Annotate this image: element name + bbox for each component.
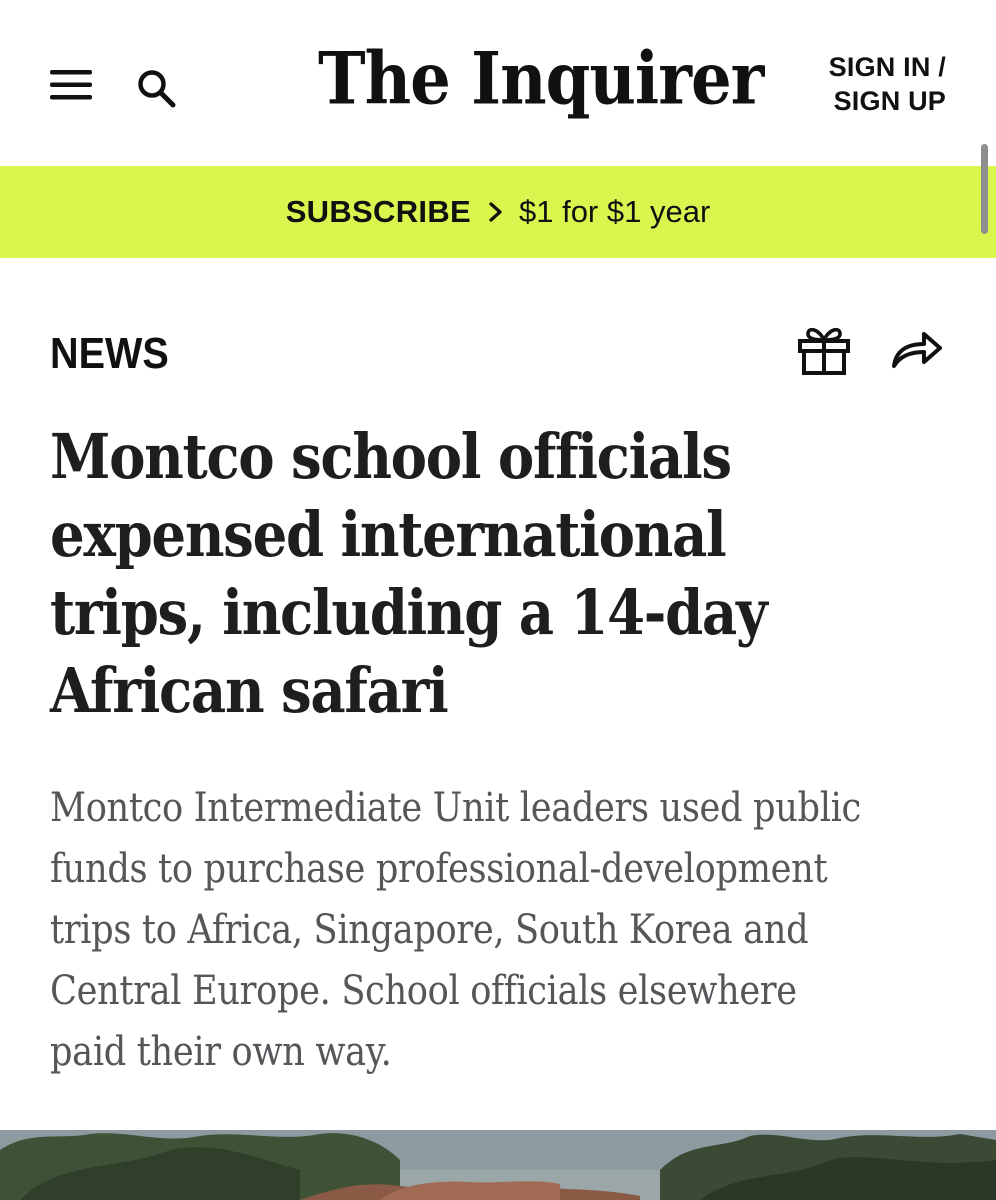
site-logo[interactable]: The Inquirer — [318, 33, 764, 127]
sign-up-label[interactable]: SIGN UP — [829, 84, 946, 118]
hamburger-menu-icon[interactable] — [50, 68, 92, 102]
search-icon[interactable] — [136, 68, 178, 110]
section-label[interactable]: NEWS — [50, 326, 169, 382]
gift-icon[interactable] — [796, 324, 852, 376]
sign-in-link[interactable]: SIGN IN / SIGN UP — [829, 50, 946, 118]
hero-photo — [0, 1130, 996, 1200]
subscribe-offer[interactable]: $1 for $1 year — [519, 194, 710, 230]
subscribe-banner[interactable]: SUBSCRIBE $1 for $1 year — [0, 166, 996, 258]
sign-in-label[interactable]: SIGN IN / — [829, 50, 946, 84]
share-icon[interactable] — [890, 326, 944, 370]
scrollbar-thumb[interactable] — [981, 144, 988, 234]
article-headline: Montco school officials expensed interna… — [50, 420, 768, 727]
chevron-right-icon — [489, 202, 502, 222]
article-dek: Montco Intermediate Unit leaders used pu… — [50, 785, 861, 1075]
subscribe-label[interactable]: SUBSCRIBE — [286, 194, 471, 230]
hero-image[interactable] — [0, 1130, 996, 1200]
site-header: The Inquirer SIGN IN / SIGN UP — [0, 0, 996, 166]
